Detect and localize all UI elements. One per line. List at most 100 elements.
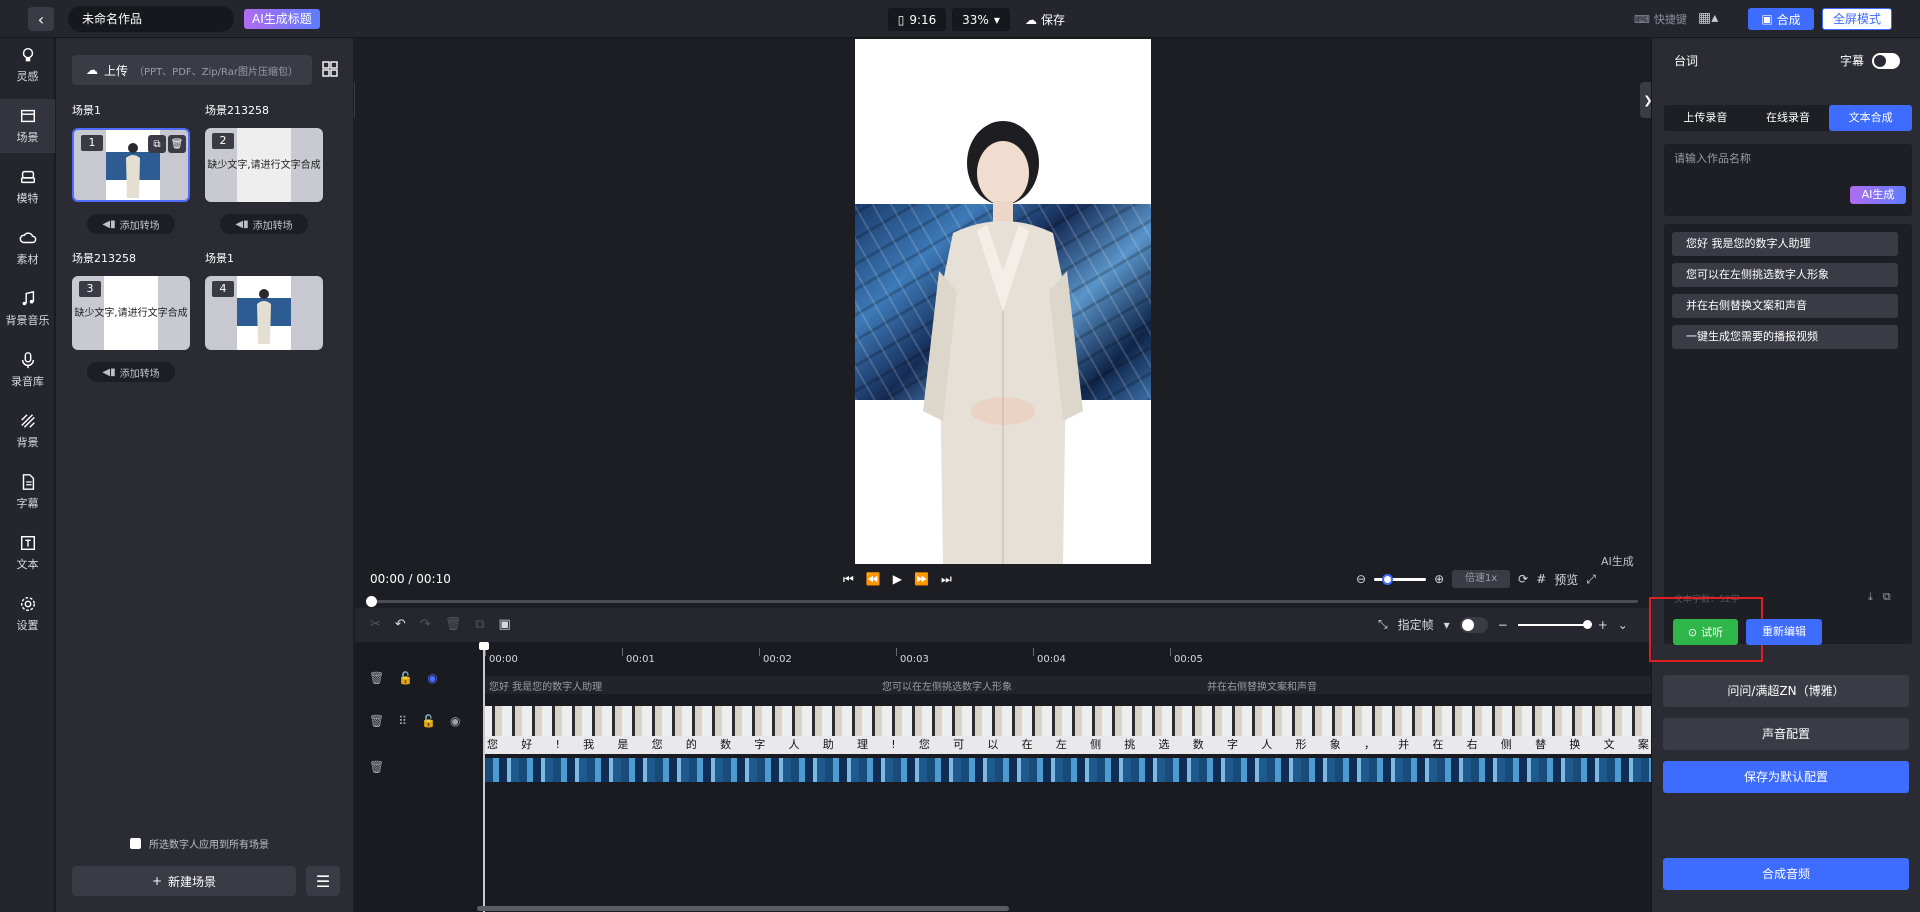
reedit-button[interactable]: 重新编辑 xyxy=(1746,619,1822,645)
lock-icon[interactable]: 🔓 xyxy=(421,714,436,728)
shortcuts-button[interactable]: ⌨ 快捷键 xyxy=(1634,11,1687,27)
frame-selector[interactable]: 指定帧 xyxy=(1398,616,1434,633)
undo-icon[interactable]: ↶ xyxy=(395,617,406,632)
save-button[interactable]: ☁ 保存 xyxy=(1025,11,1065,28)
text-segment[interactable]: 并在右侧替换文案和声音 xyxy=(1207,678,1317,693)
expand-icon[interactable]: ⤢ xyxy=(1586,572,1596,587)
rewind-icon[interactable]: ⏪ xyxy=(866,572,881,587)
time-ruler[interactable]: 00:00 00:01 00:02 00:03 00:04 00:05 xyxy=(485,642,1651,672)
digital-human-avatar[interactable] xyxy=(895,121,1111,564)
skip-end-icon[interactable]: ⏭ xyxy=(941,572,952,587)
voice-selector[interactable]: 问问/满超ZN（博雅） xyxy=(1663,675,1909,707)
synthesize-audio-button[interactable]: 合成音频 xyxy=(1663,858,1909,890)
toggle-switch[interactable] xyxy=(1872,52,1901,69)
frame-toggle[interactable] xyxy=(1459,616,1488,633)
timeline-zoom-slider[interactable] xyxy=(1517,619,1592,629)
cut-icon[interactable]: ✂ xyxy=(370,617,381,632)
import-icon[interactable]: ⤓ xyxy=(1868,590,1873,604)
grid-view-button[interactable] xyxy=(322,61,338,81)
scene-thumb-4[interactable]: 4 xyxy=(205,276,323,350)
project-title-input[interactable]: 未命名作品 xyxy=(68,6,234,32)
zoom-in-icon[interactable]: ⊕ xyxy=(1434,572,1444,586)
trash-icon[interactable]: 🗑 xyxy=(168,135,186,153)
nav-item-scene[interactable]: 场景 xyxy=(0,99,55,153)
redo-icon[interactable]: ↷ xyxy=(420,617,431,632)
eye-icon[interactable]: ◉ xyxy=(450,714,460,728)
preview-button[interactable]: 预览 xyxy=(1554,571,1578,588)
playhead[interactable] xyxy=(483,642,485,912)
add-transition-button[interactable]: ◀▮ 添加转场 xyxy=(220,214,308,234)
script-line[interactable]: 您好 我是您的数字人助理 xyxy=(1672,232,1898,256)
slider-knob[interactable] xyxy=(1382,573,1394,585)
eye-off-icon[interactable]: ◉ xyxy=(427,671,437,685)
apply-all-checkbox[interactable]: 所选数字人应用到所有场景 xyxy=(130,836,269,851)
script-editor[interactable]: 您好 我是您的数字人助理 您可以在左侧挑选数字人形象 并在右侧替换文案和声音 一… xyxy=(1664,224,1912,644)
progress-knob[interactable] xyxy=(366,596,377,607)
script-line[interactable]: 您可以在左侧挑选数字人形象 xyxy=(1672,263,1898,287)
ai-title-button[interactable]: AI生成标题 xyxy=(244,9,320,29)
fullscreen-button[interactable]: 全屏模式 xyxy=(1822,8,1892,30)
nav-item-material[interactable]: 素材 xyxy=(0,221,55,275)
plus-icon[interactable]: + xyxy=(1598,618,1608,632)
background-track[interactable] xyxy=(485,758,1651,782)
script-line[interactable]: 一键生成您需要的播报视频 xyxy=(1672,325,1898,349)
minus-icon[interactable]: − xyxy=(1498,618,1508,632)
copy-icon[interactable]: ⧉ xyxy=(148,135,166,153)
trash-icon[interactable]: 🗑 xyxy=(369,714,384,728)
layout-menu-button[interactable]: ▦▴ xyxy=(1698,10,1718,26)
video-canvas[interactable] xyxy=(855,39,1151,564)
play-icon[interactable]: ▶ xyxy=(893,572,902,587)
snapshot-icon[interactable]: ▣ xyxy=(499,617,511,632)
nav-item-recordings[interactable]: 录音库 xyxy=(0,343,55,397)
nav-item-subtitle[interactable]: 字幕 xyxy=(0,465,55,519)
nav-item-model[interactable]: 模特 xyxy=(0,160,55,214)
collapse-icon[interactable]: ⤡ xyxy=(1378,617,1388,632)
nav-item-settings[interactable]: 设置 xyxy=(0,587,55,641)
text-segment[interactable]: 您可以在左侧挑选数字人形象 xyxy=(882,678,1012,693)
skip-start-icon[interactable]: ⏮ xyxy=(843,572,854,587)
lock-icon[interactable]: 🔓 xyxy=(398,671,413,685)
avatar-track[interactable]: 您 好! 我 是 您 的 数 字 人 助 理! 您 可 以 在 左 侧 挑 选 数 字 人 形 象 ， 并 在 右 侧 替 换 文 案 xyxy=(485,706,1651,754)
checkbox[interactable] xyxy=(130,838,141,849)
grid-icon[interactable]: # xyxy=(1536,572,1546,586)
ratio-selector[interactable]: ▯ 9:16 xyxy=(888,8,946,31)
new-scene-button[interactable]: + 新建场景 xyxy=(72,866,296,896)
scene-thumb-3[interactable]: 缺少文字,请进行文字合成 3 xyxy=(72,276,190,350)
loop-icon[interactable]: ⟳ xyxy=(1518,572,1528,586)
zoom-out-icon[interactable]: ⊖ xyxy=(1356,572,1366,586)
trash-icon[interactable]: 🗑 xyxy=(369,671,384,685)
speed-selector[interactable]: 倍速1x xyxy=(1452,570,1511,588)
double-chevron-down-icon[interactable]: ⌄ xyxy=(1618,618,1628,632)
delete-icon[interactable]: 🗑 xyxy=(445,617,462,632)
zoom-slider[interactable] xyxy=(1374,573,1427,585)
drag-handle-icon[interactable]: ⠿ xyxy=(398,714,407,728)
nav-item-inspiration[interactable]: 灵感 xyxy=(0,38,55,92)
synthesize-button[interactable]: ▣ 合成 xyxy=(1748,8,1814,30)
script-line[interactable]: 并在右侧替换文案和声音 xyxy=(1672,294,1898,318)
nav-item-text[interactable]: 文本 xyxy=(0,526,55,580)
scene-list-button[interactable]: ☰ xyxy=(306,866,340,896)
copy-icon[interactable]: ⧉ xyxy=(1883,590,1891,604)
trash-icon[interactable]: 🗑 xyxy=(369,760,384,774)
zoom-selector[interactable]: 33% ▾ xyxy=(952,8,1010,31)
voice-config-button[interactable]: 声音配置 xyxy=(1663,718,1909,750)
tab-upload-recording[interactable]: 上传录音 xyxy=(1664,105,1747,131)
playhead-handle[interactable] xyxy=(479,642,489,650)
scene-thumb-1[interactable]: 1 ⧉ 🗑 xyxy=(72,128,190,202)
upload-button[interactable]: ☁ 上传 （PPT、PDF、Zip/Rar图片压缩包） xyxy=(72,55,312,85)
scene-thumb-2[interactable]: 缺少文字,请进行文字合成 2 xyxy=(205,128,323,202)
save-default-button[interactable]: 保存为默认配置 xyxy=(1663,761,1909,793)
nav-item-music[interactable]: 背景音乐 xyxy=(0,282,55,336)
text-segment[interactable]: 您好 我是您的数字人助理 xyxy=(489,678,602,693)
work-name-input[interactable]: 请输入作品名称 AI生成 xyxy=(1664,144,1912,216)
add-transition-button[interactable]: ◀▮ 添加转场 xyxy=(87,362,175,382)
tab-online-recording[interactable]: 在线录音 xyxy=(1747,105,1830,131)
copy-icon[interactable]: ⧉ xyxy=(475,617,484,632)
ai-generate-button[interactable]: AI生成 xyxy=(1850,186,1906,204)
back-button[interactable]: ‹ xyxy=(28,7,54,31)
nav-item-background[interactable]: 背景 xyxy=(0,404,55,458)
text-track[interactable]: 您好 我是您的数字人助理 您可以在左侧挑选数字人形象 并在右侧替换文案和声音 xyxy=(485,676,1651,694)
fast-forward-icon[interactable]: ⏩ xyxy=(914,572,929,587)
listen-button[interactable]: ⊙ 试听 xyxy=(1673,619,1738,645)
add-transition-button[interactable]: ◀▮ 添加转场 xyxy=(87,214,175,234)
